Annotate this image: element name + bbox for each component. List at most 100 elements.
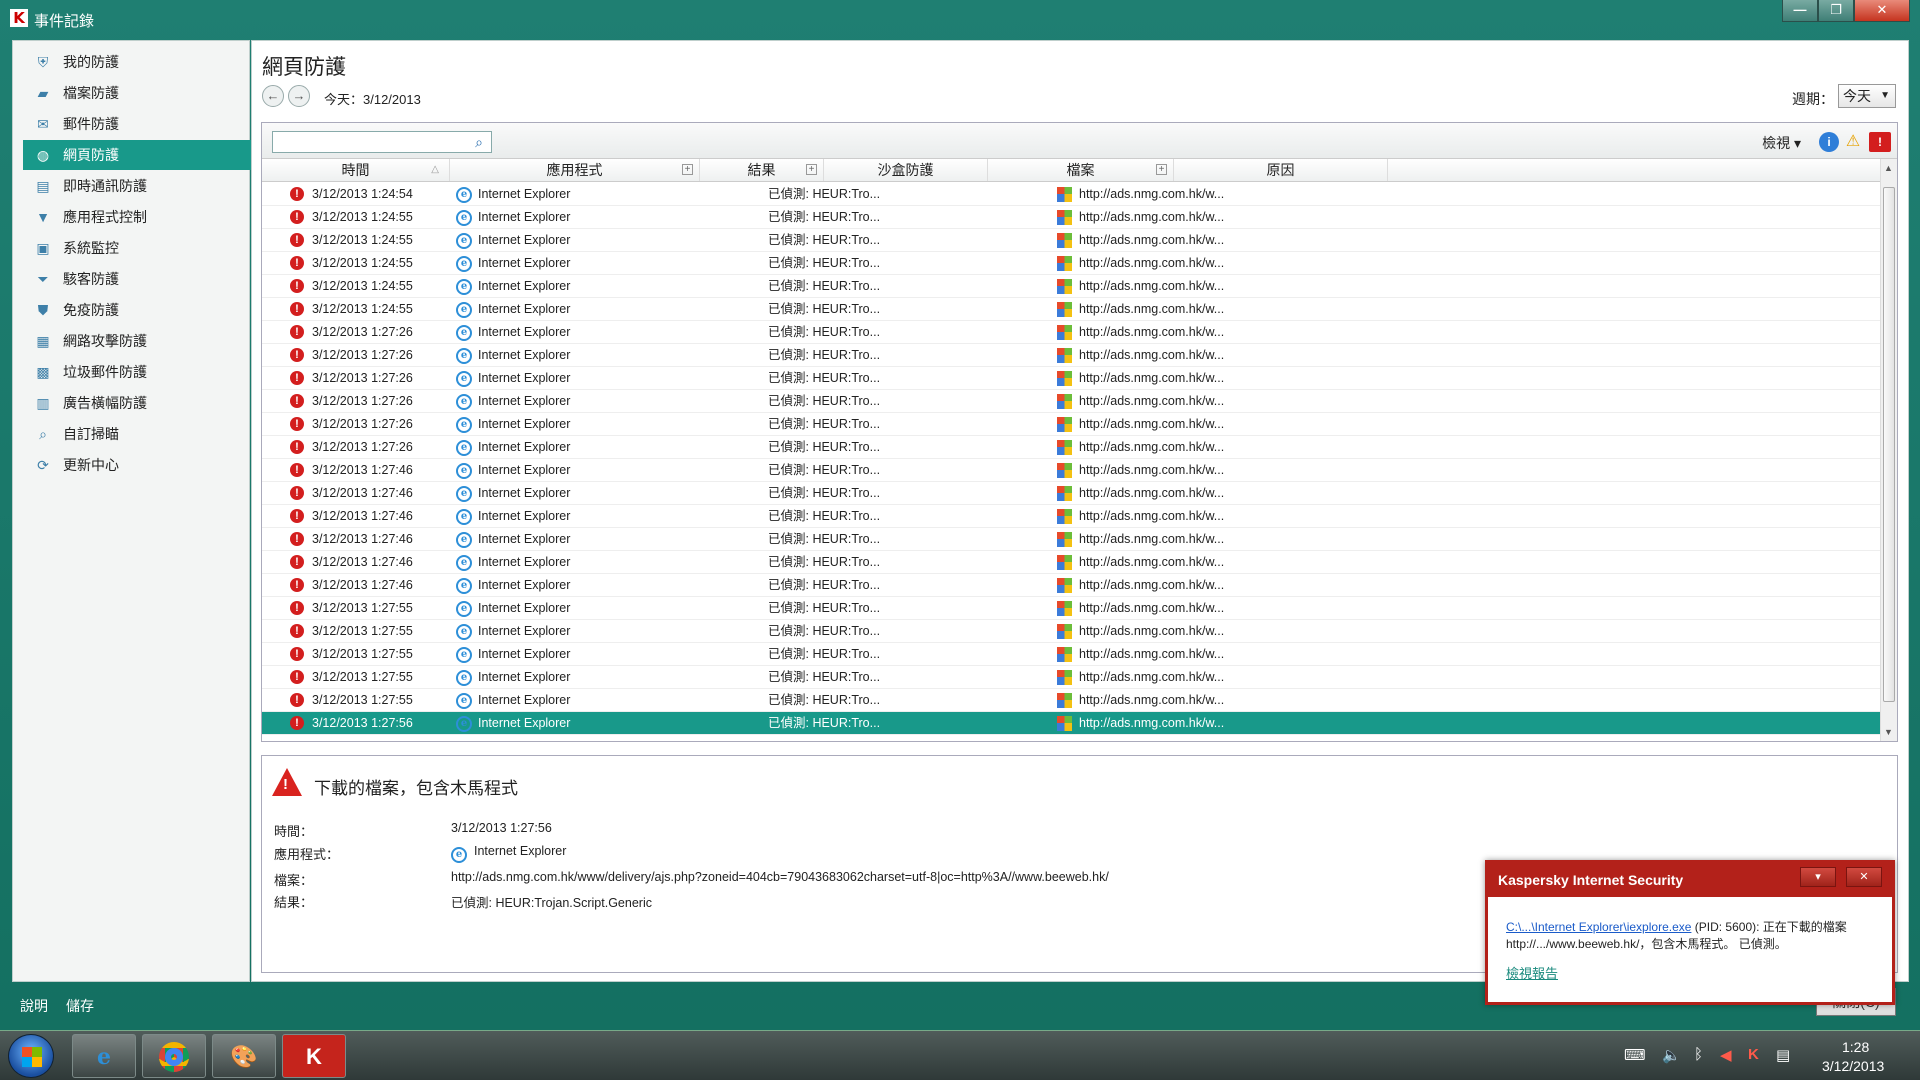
- internet-explorer-icon: e: [456, 440, 472, 456]
- table-row[interactable]: ! 3/12/2013 1:27:46 e Internet Explorer 已偵測:…: [262, 482, 1882, 505]
- notification-path-link[interactable]: C:\...\Internet Explorer\iexplore.exe: [1506, 920, 1691, 934]
- column-header-reason[interactable]: 原因: [1174, 159, 1388, 181]
- group-toggle-icon[interactable]: +: [1156, 164, 1167, 175]
- sidebar-item-11[interactable]: ▥ 廣告橫幅防護: [23, 388, 251, 418]
- column-header-sandbox-label: 沙盒防護: [877, 162, 934, 178]
- table-row[interactable]: ! 3/12/2013 1:24:55 e Internet Explorer 已偵測:…: [262, 229, 1882, 252]
- back-button[interactable]: ←: [262, 85, 284, 107]
- table-row[interactable]: ! 3/12/2013 1:24:55 e Internet Explorer 已偵測:…: [262, 252, 1882, 275]
- error-icon: !: [290, 670, 304, 684]
- kaspersky-icon: K: [306, 1044, 322, 1069]
- sidebar-item-5[interactable]: ▼ 應用程式控制: [23, 202, 251, 232]
- column-header-result[interactable]: 結果 +: [700, 159, 824, 181]
- sidebar-item-12[interactable]: ⌕ 自訂掃瞄: [23, 419, 251, 449]
- cell-result: 已偵測: HEUR:Tro...: [768, 348, 881, 362]
- table-row[interactable]: ! 3/12/2013 1:24:55 e Internet Explorer 已偵測:…: [262, 275, 1882, 298]
- info-filter-icon[interactable]: i: [1819, 132, 1839, 152]
- sidebar-item-0[interactable]: ⛨ 我的防護: [23, 47, 251, 77]
- cell-file: http://ads.nmg.com.hk/w...: [1079, 716, 1225, 730]
- speaker-alert-icon[interactable]: ◀: [1720, 1046, 1732, 1064]
- group-toggle-icon[interactable]: +: [806, 164, 817, 175]
- search-icon[interactable]: ⌕: [470, 133, 488, 151]
- table-row[interactable]: ! 3/12/2013 1:27:26 e Internet Explorer 已偵測:…: [262, 413, 1882, 436]
- table-row[interactable]: ! 3/12/2013 1:27:26 e Internet Explorer 已偵測:…: [262, 436, 1882, 459]
- search-input[interactable]: [272, 131, 492, 153]
- keyboard-icon[interactable]: ⌨: [1624, 1046, 1646, 1064]
- save-link[interactable]: 儲存: [66, 996, 94, 1016]
- sidebar-item-7[interactable]: ⏷ 駭客防護: [23, 264, 251, 294]
- table-row[interactable]: ! 3/12/2013 1:27:26 e Internet Explorer 已偵測:…: [262, 321, 1882, 344]
- table-row[interactable]: ! 3/12/2013 1:27:56 e Internet Explorer 已偵測:…: [262, 712, 1882, 735]
- warning-filter-icon[interactable]: ⚠: [1843, 132, 1863, 152]
- sidebar-item-13[interactable]: ⟳ 更新中心: [23, 450, 251, 480]
- sidebar-item-3[interactable]: ◍ 網頁防護: [23, 140, 251, 170]
- group-toggle-icon[interactable]: +: [682, 164, 693, 175]
- table-row[interactable]: ! 3/12/2013 1:24:55 e Internet Explorer 已偵測:…: [262, 298, 1882, 321]
- table-row[interactable]: ! 3/12/2013 1:27:46 e Internet Explorer 已偵測:…: [262, 459, 1882, 482]
- sidebar-item-6[interactable]: ▣ 系統監控: [23, 233, 251, 263]
- taskbar-paint[interactable]: 🎨: [212, 1034, 276, 1078]
- error-icon: !: [290, 233, 304, 247]
- table-row[interactable]: ! 3/12/2013 1:27:55 e Internet Explorer 已偵測:…: [262, 689, 1882, 712]
- table-header: 時間 △ 應用程式 + 結果 + 沙盒防護 檔案 + 原因: [262, 159, 1882, 182]
- volume-icon[interactable]: 🔈: [1662, 1046, 1681, 1064]
- table-row[interactable]: ! 3/12/2013 1:27:55 e Internet Explorer 已偵測:…: [262, 666, 1882, 689]
- scroll-down-icon[interactable]: ▼: [1884, 727, 1893, 737]
- help-link[interactable]: 說明: [20, 996, 48, 1016]
- table-row[interactable]: ! 3/12/2013 1:27:26 e Internet Explorer 已偵測:…: [262, 344, 1882, 367]
- table-row[interactable]: ! 3/12/2013 1:27:46 e Internet Explorer 已偵測:…: [262, 528, 1882, 551]
- cell-app: Internet Explorer: [478, 417, 571, 431]
- forward-button[interactable]: →: [288, 85, 310, 107]
- notification-title: Kaspersky Internet Security: [1498, 872, 1684, 888]
- view-menu-button[interactable]: 檢視 ▾: [1762, 133, 1801, 153]
- sidebar-item-4[interactable]: ▤ 即時通訊防護: [23, 171, 251, 201]
- clock-date[interactable]: 3/12/2013: [1822, 1058, 1884, 1074]
- start-button[interactable]: [8, 1034, 54, 1078]
- cell-file: http://ads.nmg.com.hk/w...: [1079, 371, 1225, 385]
- sidebar-item-10[interactable]: ▩ 垃圾郵件防護: [23, 357, 251, 387]
- sidebar-item-2[interactable]: ✉ 郵件防護: [23, 109, 251, 139]
- cell-time: 3/12/2013 1:27:56: [312, 716, 413, 730]
- column-header-time[interactable]: 時間 △: [262, 159, 450, 181]
- restore-button[interactable]: ❐: [1818, 0, 1854, 22]
- table-row[interactable]: ! 3/12/2013 1:27:46 e Internet Explorer 已偵測:…: [262, 551, 1882, 574]
- period-select[interactable]: 今天 ▼: [1838, 84, 1896, 108]
- table-row[interactable]: ! 3/12/2013 1:27:26 e Internet Explorer 已偵測:…: [262, 390, 1882, 413]
- table-row[interactable]: ! 3/12/2013 1:27:46 e Internet Explorer 已偵測:…: [262, 505, 1882, 528]
- network-icon[interactable]: ▤: [1776, 1046, 1790, 1064]
- table-row[interactable]: ! 3/12/2013 1:27:46 e Internet Explorer 已偵測:…: [262, 574, 1882, 597]
- table-row[interactable]: ! 3/12/2013 1:27:55 e Internet Explorer 已偵測:…: [262, 620, 1882, 643]
- internet-explorer-icon: e: [456, 371, 472, 387]
- table-row[interactable]: ! 3/12/2013 1:27:55 e Internet Explorer 已偵測:…: [262, 597, 1882, 620]
- vertical-scrollbar[interactable]: ▲ ▼: [1880, 159, 1897, 741]
- column-header-app[interactable]: 應用程式 +: [450, 159, 700, 181]
- taskbar-chrome[interactable]: [142, 1034, 206, 1078]
- minimize-button[interactable]: —: [1782, 0, 1818, 22]
- column-header-sandbox[interactable]: 沙盒防護: [824, 159, 988, 181]
- critical-filter-icon[interactable]: !: [1869, 132, 1891, 152]
- taskbar-internet-explorer[interactable]: e: [72, 1034, 136, 1078]
- clock-time[interactable]: 1:28: [1842, 1039, 1869, 1055]
- scrollbar-thumb[interactable]: [1883, 187, 1895, 702]
- windows-file-icon: [1057, 279, 1072, 294]
- bluetooth-icon[interactable]: ᛒ: [1694, 1046, 1703, 1063]
- taskbar-kaspersky[interactable]: K: [282, 1034, 346, 1078]
- windows-file-icon: [1057, 440, 1072, 455]
- sidebar-item-1[interactable]: ▰ 檔案防護: [23, 78, 251, 108]
- notification-close-button[interactable]: ✕: [1846, 867, 1882, 887]
- window-close-button[interactable]: ✕: [1854, 0, 1910, 22]
- scroll-up-icon[interactable]: ▲: [1884, 163, 1893, 173]
- kaspersky-tray-icon[interactable]: K: [1748, 1046, 1759, 1063]
- sidebar-item-8[interactable]: ⛊ 免疫防護: [23, 295, 251, 325]
- table-row[interactable]: ! 3/12/2013 1:24:55 e Internet Explorer 已偵測:…: [262, 206, 1882, 229]
- cell-app: Internet Explorer: [478, 555, 571, 569]
- table-row[interactable]: ! 3/12/2013 1:27:55 e Internet Explorer 已偵測:…: [262, 643, 1882, 666]
- view-report-link[interactable]: 檢視報告: [1506, 963, 1558, 982]
- shield-icon: ⛨: [37, 54, 49, 70]
- sidebar-item-9[interactable]: ▦ 網路攻擊防護: [23, 326, 251, 356]
- column-header-file[interactable]: 檔案 +: [988, 159, 1174, 181]
- notification-menu-button[interactable]: ▾: [1800, 867, 1836, 887]
- table-row[interactable]: ! 3/12/2013 1:27:26 e Internet Explorer 已偵測:…: [262, 367, 1882, 390]
- table-row[interactable]: ! 3/12/2013 1:24:54 e Internet Explorer 已偵測:…: [262, 183, 1882, 206]
- cell-app: Internet Explorer: [478, 647, 571, 661]
